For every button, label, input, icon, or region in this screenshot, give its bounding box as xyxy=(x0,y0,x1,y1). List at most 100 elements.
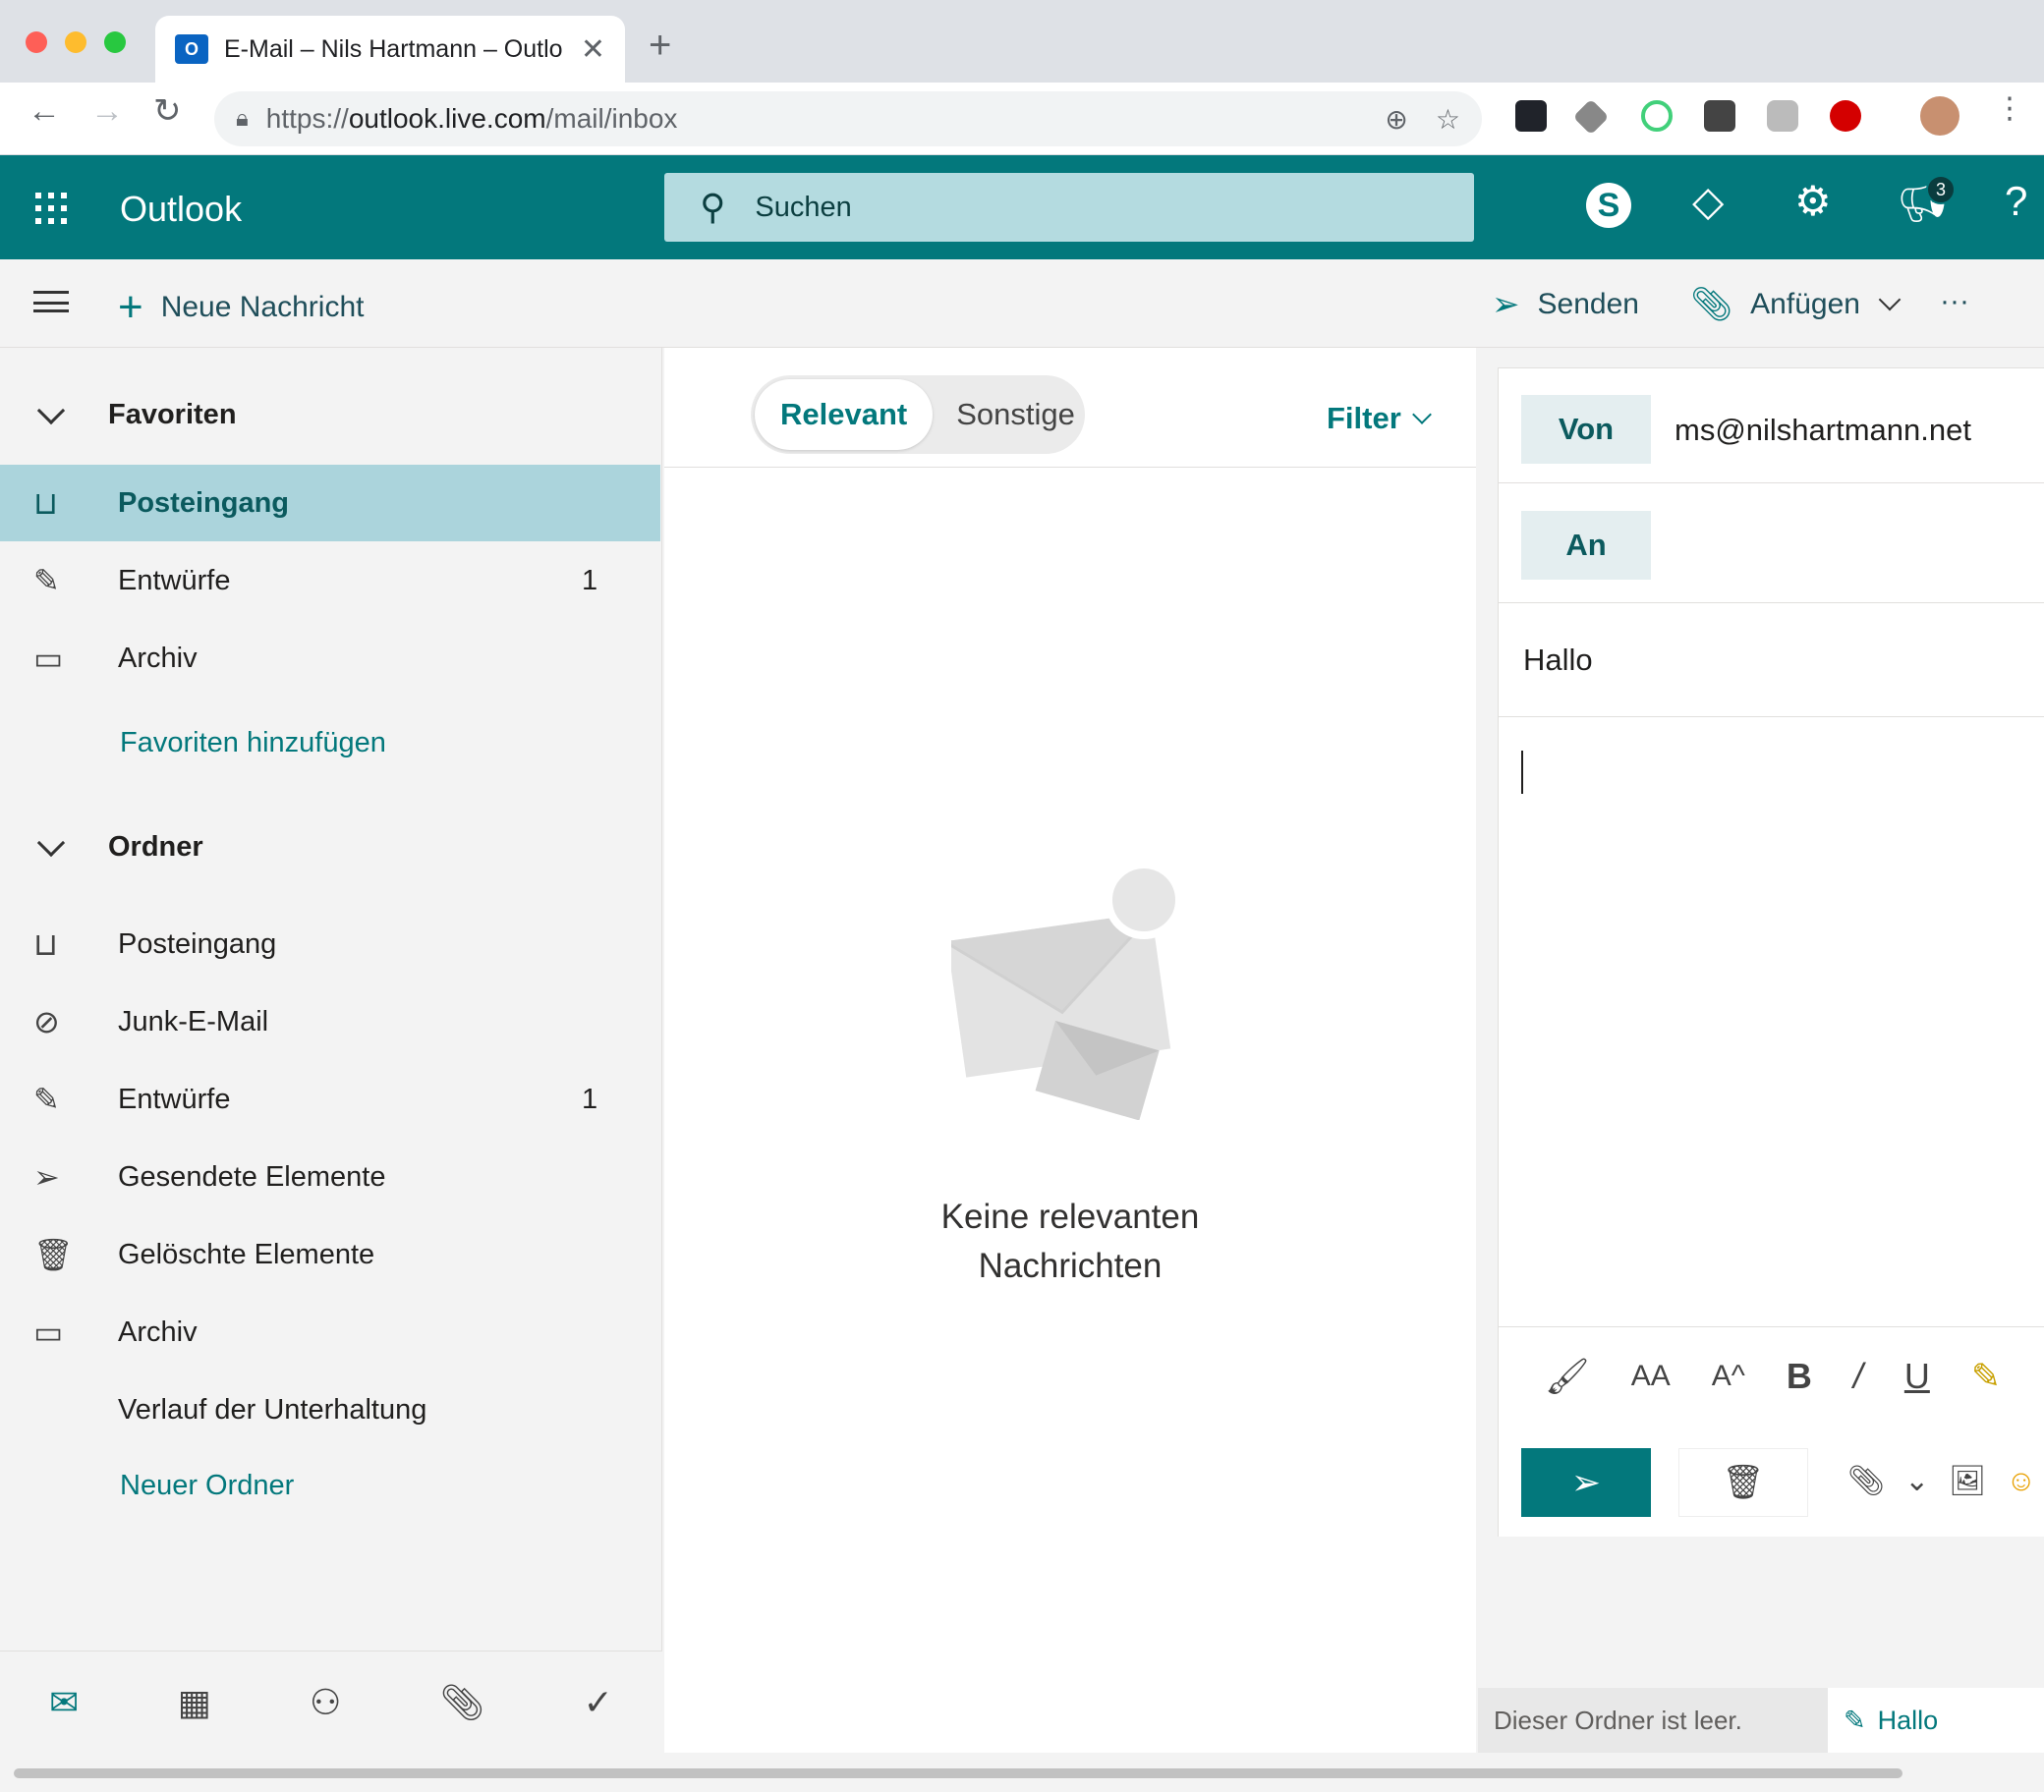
send-icon: ➢ xyxy=(1492,286,1520,323)
browser-tab[interactable]: O E-Mail – Nils Hartmann – Outlo ✕ xyxy=(155,16,625,83)
underline-icon[interactable]: U xyxy=(1904,1356,1930,1397)
address-bar[interactable]: 🔒︎ https://outlook.live.com/mail/inbox ⊕… xyxy=(214,91,1482,146)
empty-mailbox-illustration xyxy=(951,865,1183,1120)
react-devtools-extension-icon[interactable] xyxy=(1515,100,1547,132)
new-tab-button[interactable]: + xyxy=(649,26,671,65)
chevron-down-icon xyxy=(36,828,66,857)
play-extension-icon[interactable] xyxy=(1830,100,1861,132)
close-window-button[interactable] xyxy=(26,31,47,53)
sidebar-item-label: Verlauf der Unterhaltung xyxy=(118,1393,427,1426)
chevron-down-icon[interactable] xyxy=(1878,288,1902,311)
message-body-editor[interactable] xyxy=(1498,719,2044,1324)
sidebar-item-folders[interactable]: ➢ Gesendete Elemente xyxy=(0,1139,660,1215)
sidebar-item-folders[interactable]: 🗑︎ Gelöschte Elemente xyxy=(0,1216,660,1293)
attach-command-button[interactable]: 📎︎ Anfügen xyxy=(1690,285,1902,324)
filter-button[interactable]: Filter xyxy=(1327,401,1432,436)
horizontal-scrollbar[interactable] xyxy=(14,1768,1902,1778)
favorites-header[interactable]: Favoriten xyxy=(35,396,237,431)
emoji-icon[interactable]: ☺ xyxy=(2006,1465,2036,1498)
sidebar-item-folders[interactable]: ▭ Archiv xyxy=(0,1294,660,1371)
add-favorite-link[interactable]: Favoriten hinzufügen xyxy=(120,727,386,759)
to-button[interactable]: An xyxy=(1521,511,1651,580)
insert-image-icon[interactable]: 🖼︎ xyxy=(1949,1464,1986,1498)
sidebar-item-folders[interactable]: ✎ Entwürfe 1 xyxy=(0,1061,660,1138)
premium-diamond-icon[interactable]: ◇ xyxy=(1692,181,1724,222)
new-message-label: Neue Nachricht xyxy=(160,291,365,323)
sidebar-item-label: Gesendete Elemente xyxy=(118,1160,386,1193)
reload-icon[interactable]: ↻ xyxy=(153,94,182,128)
app-name[interactable]: Outlook xyxy=(120,189,242,230)
todo-check-icon[interactable]: ✓ xyxy=(584,1682,613,1723)
sidebar-item-count: 1 xyxy=(582,1083,598,1115)
bookmark-star-icon[interactable]: ☆ xyxy=(1436,103,1460,136)
new-folder-link[interactable]: Neuer Ordner xyxy=(120,1470,294,1502)
draft-tab[interactable]: ✎ Hallo xyxy=(1828,1688,2044,1753)
attach-paperclip-icon[interactable]: 📎︎ xyxy=(1847,1464,1885,1498)
sidebar-item-folders[interactable]: ⊘ Junk-E-Mail xyxy=(0,983,660,1060)
highlight-icon[interactable]: ✎ xyxy=(1971,1356,2001,1397)
files-paperclip-icon[interactable]: 📎︎ xyxy=(440,1682,485,1723)
minimize-window-button[interactable] xyxy=(65,31,86,53)
folders-header[interactable]: Ordner xyxy=(35,828,203,864)
grow-font-icon[interactable]: A^ xyxy=(1712,1360,1745,1393)
maximize-window-button[interactable] xyxy=(104,31,126,53)
hexagon-extension-icon[interactable] xyxy=(1767,100,1798,132)
module-switcher: ✉ ▦ ⚇ 📎︎ ✓ xyxy=(0,1651,662,1753)
browser-menu-icon[interactable]: ⋮ xyxy=(1995,94,2024,124)
zoom-icon[interactable]: ⊕ xyxy=(1385,103,1407,136)
tab-other[interactable]: Sonstige xyxy=(933,397,1099,432)
paperclip-icon: 📎︎ xyxy=(1690,286,1733,323)
font-size-icon[interactable]: AA xyxy=(1631,1360,1671,1393)
sidebar-item-favorites[interactable]: ▭ Archiv xyxy=(0,620,660,697)
settings-gear-icon[interactable]: ⚙ xyxy=(1794,181,1832,222)
folders-header-label: Ordner xyxy=(108,831,203,863)
mail-extension-icon[interactable] xyxy=(1704,100,1735,132)
compose-send-button[interactable]: ➢ xyxy=(1521,1448,1651,1517)
chevron-down-icon xyxy=(1411,405,1432,424)
sidebar-item-label: Entwürfe xyxy=(118,1083,231,1115)
sidebar-item-favorites[interactable]: ⊔ Posteingang xyxy=(0,465,660,541)
inbox-icon: ⊔ xyxy=(33,485,58,521)
text-caret xyxy=(1521,751,1523,794)
bold-icon[interactable]: B xyxy=(1787,1356,1812,1397)
forward-icon[interactable]: → xyxy=(90,94,124,128)
search-box[interactable]: ⚲ Suchen xyxy=(664,173,1474,242)
more-options-button[interactable]: ··· xyxy=(1940,285,1969,318)
calendar-icon[interactable]: ▦ xyxy=(178,1682,211,1723)
profile-avatar[interactable] xyxy=(1920,96,1959,136)
pencil-icon: ✎ xyxy=(33,1082,60,1117)
skype-icon[interactable]: S xyxy=(1586,183,1631,228)
people-icon[interactable]: ⚇ xyxy=(310,1682,341,1723)
inbox-icon: ⊔ xyxy=(33,926,58,962)
archive-icon: ▭ xyxy=(33,1315,64,1350)
from-button[interactable]: Von xyxy=(1521,395,1651,464)
back-icon[interactable]: ← xyxy=(28,94,61,128)
discard-button[interactable]: 🗑︎ xyxy=(1678,1448,1808,1517)
from-address[interactable]: ms@nilshartmann.net xyxy=(1675,413,1971,448)
new-message-button[interactable]: + Neue Nachricht xyxy=(118,283,364,332)
filter-label: Filter xyxy=(1327,401,1401,435)
sidebar-item-label: Posteingang xyxy=(118,927,277,960)
sidebar-item-folders[interactable]: ⊔ Posteingang xyxy=(0,906,660,982)
italic-icon[interactable]: / xyxy=(1853,1356,1863,1397)
chevron-down-icon[interactable]: ⌄ xyxy=(1904,1464,1929,1498)
sidebar-item-favorites[interactable]: ✎ Entwürfe 1 xyxy=(0,542,660,619)
sidebar-item-folders[interactable]: Verlauf der Unterhaltung xyxy=(0,1372,660,1448)
app-launcher-icon[interactable] xyxy=(35,193,67,224)
mail-icon[interactable]: ✉ xyxy=(49,1682,79,1723)
sidebar-item-label: Archiv xyxy=(118,1316,198,1348)
subject-input[interactable]: Hallo xyxy=(1523,643,1593,678)
block-icon: ⊘ xyxy=(33,1004,60,1039)
help-icon[interactable]: ? xyxy=(2005,181,2027,222)
tab-title: E-Mail – Nils Hartmann – Outlo xyxy=(224,34,563,63)
empty-state-line2: Nachrichten xyxy=(978,1247,1163,1285)
hamburger-menu-icon[interactable] xyxy=(33,291,69,312)
compose-actions: 📎︎ ⌄ 🖼︎ ☺ xyxy=(1847,1464,2036,1498)
format-painter-icon[interactable]: 🖌︎ xyxy=(1545,1356,1590,1397)
tab-relevant[interactable]: Relevant xyxy=(755,379,934,450)
send-command-button[interactable]: ➢ Senden xyxy=(1492,285,1639,324)
close-tab-icon[interactable]: ✕ xyxy=(581,32,605,67)
pencil-icon: ✎ xyxy=(33,563,60,598)
extension-ring-icon[interactable] xyxy=(1641,100,1673,132)
outlook-favicon-icon: O xyxy=(175,34,208,64)
